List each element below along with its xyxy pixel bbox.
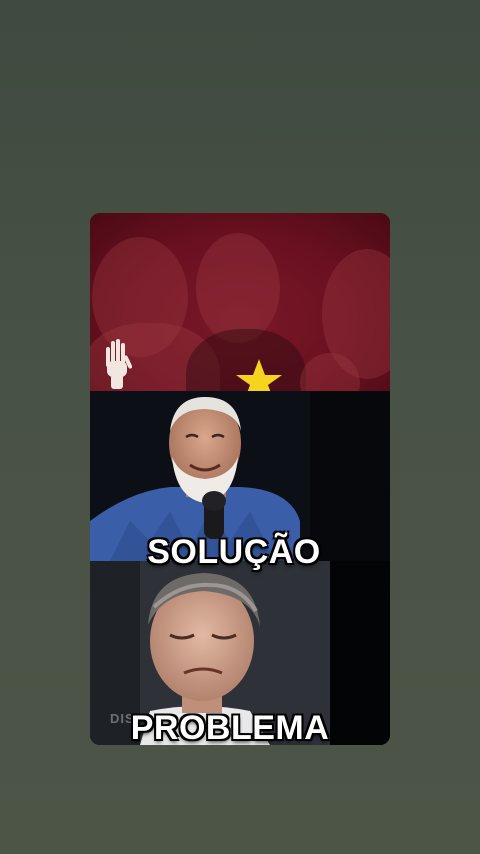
faded-face	[196, 233, 280, 343]
screen-background: DISPUNDOS SOLUÇÃO PROBLEMA	[0, 0, 480, 854]
video-card[interactable]: DISPUNDOS SOLUÇÃO PROBLEMA	[90, 213, 390, 745]
star-icon	[236, 359, 282, 391]
caption-solucao: SOLUÇÃO	[147, 533, 321, 571]
red-banner-image	[90, 213, 390, 391]
raised-hand-icon	[106, 339, 132, 389]
caption-problema: PROBLEMA	[130, 709, 330, 745]
